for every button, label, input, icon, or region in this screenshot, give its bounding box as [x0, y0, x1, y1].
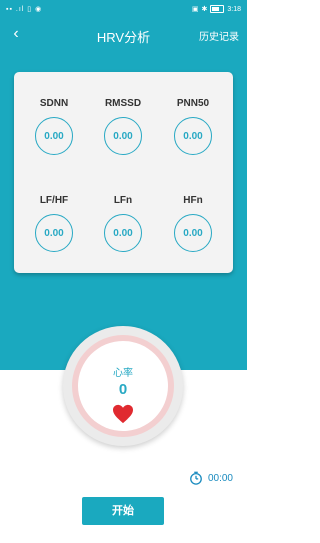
metric-hfn: HFn 0.00	[163, 195, 223, 252]
timer-value: 00:00	[207, 472, 233, 484]
status-bar: ▪▪ .ıl ▯ ◉ ▣ ✱ 3:18	[0, 0, 247, 18]
history-link[interactable]: 历史记录	[199, 28, 239, 43]
start-button[interactable]: 开始	[82, 497, 164, 525]
metric-label: SDNN	[39, 98, 69, 109]
nav-bar: ‹ HRV分析 历史记录	[0, 22, 247, 48]
stopwatch-icon	[190, 471, 202, 485]
metric-lf-hf: LF/HF 0.00	[24, 195, 84, 252]
metric-value: 0.00	[104, 117, 142, 155]
heart-rate-dial: 心率 0	[63, 326, 183, 446]
metric-label: PNN50	[176, 98, 210, 109]
timer: 00:00	[189, 471, 233, 485]
heart-rate-ring: 心率 0	[72, 335, 174, 437]
heart-rate-center: 心率 0	[78, 341, 168, 431]
hrv-metrics-card: SDNN 0.00 RMSSD 0.00 PNN50 0.00 LF/HF 0.…	[14, 72, 233, 273]
nfc-icon: ▣	[191, 6, 199, 13]
metric-value: 0.00	[174, 117, 212, 155]
metric-sdnn: SDNN 0.00	[24, 98, 84, 155]
metric-label: HFn	[183, 195, 203, 206]
heart-rate-value: 0	[118, 381, 128, 398]
bluetooth-icon: ✱	[201, 6, 208, 13]
metric-pnn50: PNN50 0.00	[163, 98, 223, 155]
heart-rate-label: 心率	[113, 368, 133, 379]
metric-value: 0.00	[104, 214, 142, 252]
status-icons: ▪▪ .ıl ▯ ◉	[6, 6, 43, 13]
metric-value: 0.00	[35, 117, 73, 155]
metric-value: 0.00	[35, 214, 73, 252]
metric-label: LFn	[113, 195, 133, 206]
status-right: ▣ ✱ 3:18	[192, 5, 241, 13]
metric-label: LF/HF	[39, 195, 69, 206]
battery-icon	[210, 5, 225, 13]
metric-label: RMSSD	[104, 98, 142, 109]
metric-value: 0.00	[174, 214, 212, 252]
metric-lfn: LFn 0.00	[93, 195, 153, 252]
heart-icon	[113, 404, 133, 424]
metric-rmssd: RMSSD 0.00	[93, 98, 153, 155]
status-time: 3:18	[227, 5, 241, 13]
